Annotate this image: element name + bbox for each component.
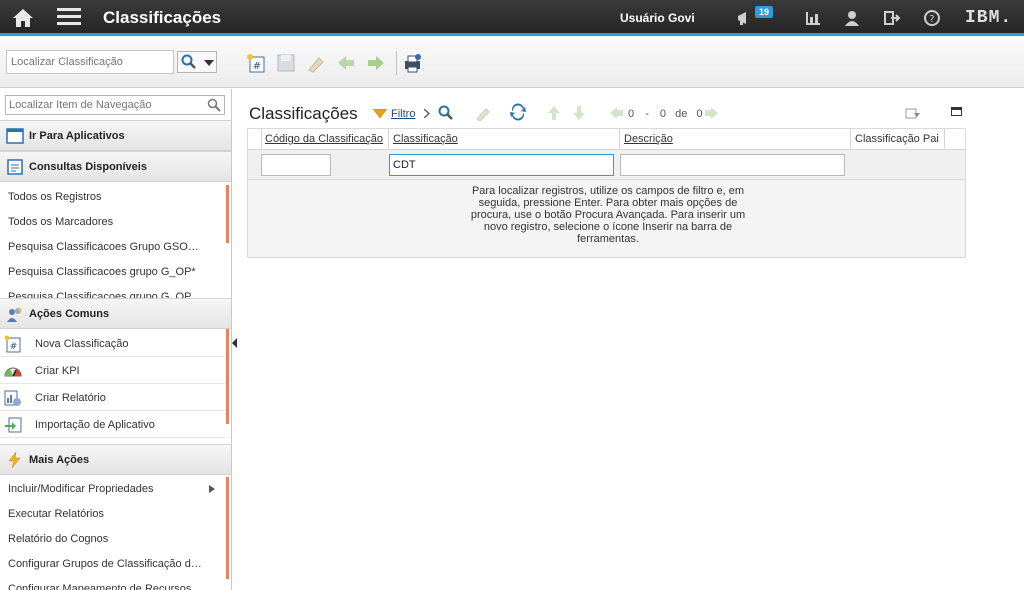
minimize-icon[interactable] [951, 107, 962, 116]
sign-out-icon[interactable] [883, 9, 901, 27]
filter-link[interactable]: Filtro [391, 108, 415, 120]
app-title: Classificações [103, 8, 222, 27]
classification-filter-input[interactable] [389, 154, 614, 176]
code-filter-input[interactable] [261, 154, 331, 176]
results-table: Código da Classificação Classificação De… [247, 128, 966, 258]
search-button[interactable] [177, 51, 217, 73]
save-icon[interactable] [276, 53, 296, 73]
pager-total: 0 [696, 108, 703, 120]
search-icon [181, 54, 196, 69]
user-name: Usuário Govi [620, 11, 695, 25]
gauge-icon [4, 367, 22, 377]
ibm-logo: IBM. [965, 8, 1013, 28]
description-filter-input[interactable] [620, 154, 845, 176]
refresh-icon[interactable] [509, 103, 527, 121]
clear-changes-icon[interactable] [306, 53, 326, 73]
column-code-header[interactable]: Código da Classificação [265, 133, 383, 145]
column-description-header[interactable]: Descrição [624, 133, 673, 145]
toolbar-separator [396, 51, 397, 75]
window-icon [6, 128, 24, 144]
chart-icon[interactable] [804, 9, 822, 27]
query-item[interactable]: Pesquisa Classificacoes grupo G_OP* [8, 266, 204, 278]
next-record-icon[interactable] [366, 53, 386, 73]
filter-row [248, 150, 965, 180]
find-classification-input[interactable] [6, 50, 174, 74]
lightning-icon [8, 451, 21, 469]
empty-state-hint: Para localizar registros, utilize os cam… [470, 185, 746, 245]
more-actions-label: Mais Ações [29, 454, 90, 466]
megaphone-icon[interactable] [736, 9, 754, 27]
more-action-item[interactable]: Configurar Grupos de Classificação d… [8, 558, 204, 570]
import-icon [5, 417, 22, 433]
more-action-item[interactable]: Configurar Mapeamento de Recursos… [8, 583, 204, 590]
profile-icon[interactable] [843, 9, 861, 27]
more-action-item[interactable]: Executar Relatórios [8, 508, 204, 520]
menu-icon[interactable] [57, 8, 81, 28]
action-label: Importação de Aplicativo [35, 419, 155, 431]
pagination: 0 - 0 de 0 [628, 108, 703, 120]
new-record-icon[interactable]: # [246, 53, 266, 73]
actions-scrollbar[interactable] [226, 329, 229, 424]
query-item[interactable]: Pesquisa Classificacoes Grupo GSO… [8, 241, 204, 253]
top-bar: Classificações Usuário Govi 19 ? IBM. [0, 0, 1024, 36]
arrow-down-icon[interactable] [572, 105, 586, 121]
collapse-panel-icon[interactable] [232, 338, 237, 348]
action-create-kpi[interactable]: Criar KPI [0, 357, 226, 384]
query-item[interactable]: Todos os Registros [8, 191, 204, 203]
available-queries-label: Consultas Disponíveis [29, 161, 147, 173]
pager-of: de [675, 108, 688, 120]
svg-text:#: # [10, 342, 18, 352]
action-new-classification[interactable]: # Nova Classificação [0, 330, 226, 357]
search-icon[interactable] [207, 98, 221, 112]
query-item[interactable]: Todos os Marcadores [8, 216, 204, 228]
common-actions-section[interactable]: Ações Comuns [0, 298, 231, 329]
action-label: Criar KPI [35, 365, 80, 377]
new-record-icon: # [4, 335, 21, 353]
previous-page-icon[interactable] [609, 106, 624, 120]
help-icon[interactable]: ? [923, 9, 941, 27]
action-app-import[interactable]: Importação de Aplicativo [0, 411, 226, 438]
chevron-right-icon[interactable] [209, 485, 215, 493]
pager-dash: - [645, 108, 649, 120]
people-icon [7, 307, 22, 322]
find-navigation-item-input[interactable] [5, 95, 225, 115]
column-parent-header: Classificação Pai [855, 133, 939, 145]
more-actions-scrollbar[interactable] [226, 477, 229, 579]
print-icon[interactable] [402, 53, 422, 73]
previous-record-icon[interactable] [336, 53, 356, 73]
home-icon[interactable] [12, 8, 34, 28]
report-icon [4, 390, 21, 406]
action-create-report[interactable]: Criar Relatório [0, 384, 226, 411]
svg-text:#: # [253, 61, 261, 72]
pager-start: 0 [628, 108, 635, 120]
table-header: Código da Classificação Classificação De… [248, 129, 965, 150]
download-icon[interactable] [905, 106, 921, 120]
page-title: Classificações [249, 104, 358, 123]
pager-end: 0 [659, 108, 667, 120]
action-label: Criar Relatório [35, 392, 106, 404]
goto-apps-section[interactable]: Ir Para Aplicativos [0, 120, 231, 151]
chevron-down-icon [204, 60, 214, 66]
query-list-icon [7, 159, 23, 175]
queries-scrollbar[interactable] [226, 185, 229, 243]
available-queries-section[interactable]: Consultas Disponíveis [0, 151, 231, 182]
filter-icon[interactable] [373, 109, 387, 119]
arrow-up-icon[interactable] [547, 105, 561, 121]
action-label: Nova Classificação [35, 338, 129, 350]
more-action-item[interactable]: Relatório do Cognos [8, 533, 204, 545]
more-action-item[interactable]: Incluir/Modificar Propriedades [8, 483, 204, 495]
common-actions-label: Ações Comuns [29, 308, 110, 320]
search-icon[interactable] [438, 105, 454, 121]
notification-badge[interactable]: 19 [755, 6, 774, 18]
next-page-icon[interactable] [704, 106, 719, 120]
clear-filter-icon[interactable] [475, 105, 491, 121]
column-classification-header[interactable]: Classificação [393, 133, 458, 145]
svg-text:?: ? [929, 14, 934, 25]
toolbar: # [0, 39, 1024, 88]
goto-apps-label: Ir Para Aplicativos [29, 130, 125, 142]
chevron-right-icon[interactable] [424, 109, 430, 118]
more-actions-section[interactable]: Mais Ações [0, 444, 231, 475]
navigation-panel: Ir Para Aplicativos Consultas Disponívei… [0, 89, 232, 590]
